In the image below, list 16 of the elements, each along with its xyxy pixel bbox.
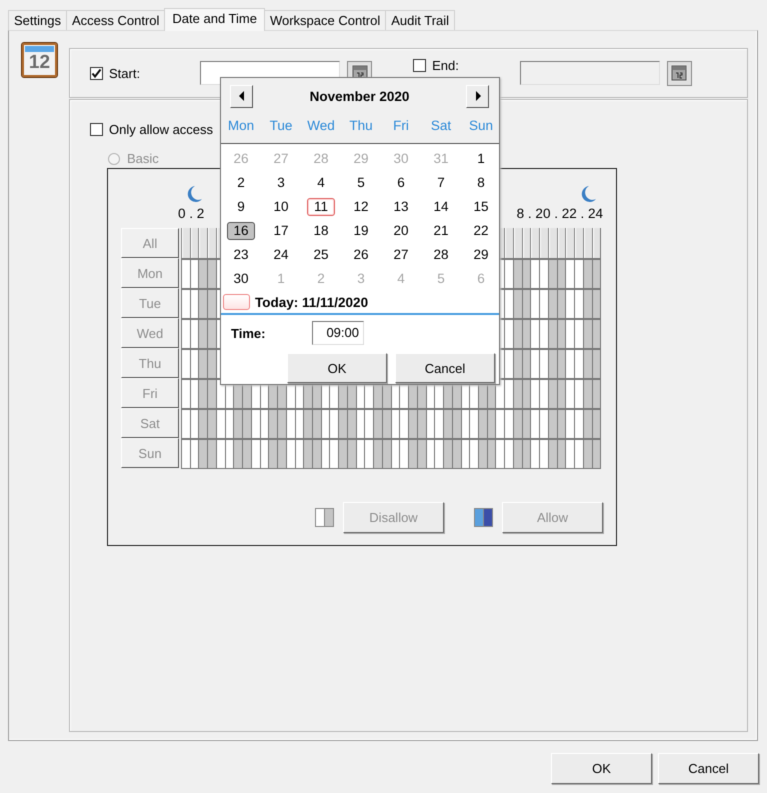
hour-labels: 8 . 20 . 22 . 24 — [516, 206, 603, 223]
weekday-label: Thu — [348, 118, 374, 133]
weekday-label: Sat — [430, 118, 452, 133]
month-title: November 2020 — [310, 88, 410, 104]
hour-labels: 0 . 2 — [178, 206, 204, 223]
weekday-label: Sun — [468, 118, 494, 133]
weekday-label: Wed — [306, 118, 336, 133]
radio-label: Basic — [127, 151, 159, 166]
weekday-label: Tue — [268, 118, 294, 133]
end-label: End: — [432, 58, 459, 73]
calendar-icon: 12 — [21, 42, 58, 78]
restrict-label: Only allow access — [109, 122, 214, 137]
weekday-label: Mon — [226, 118, 256, 133]
time-label: Time: — [231, 326, 266, 340]
start-label: Start: — [109, 66, 140, 80]
weekday-label: Fri — [392, 118, 410, 133]
